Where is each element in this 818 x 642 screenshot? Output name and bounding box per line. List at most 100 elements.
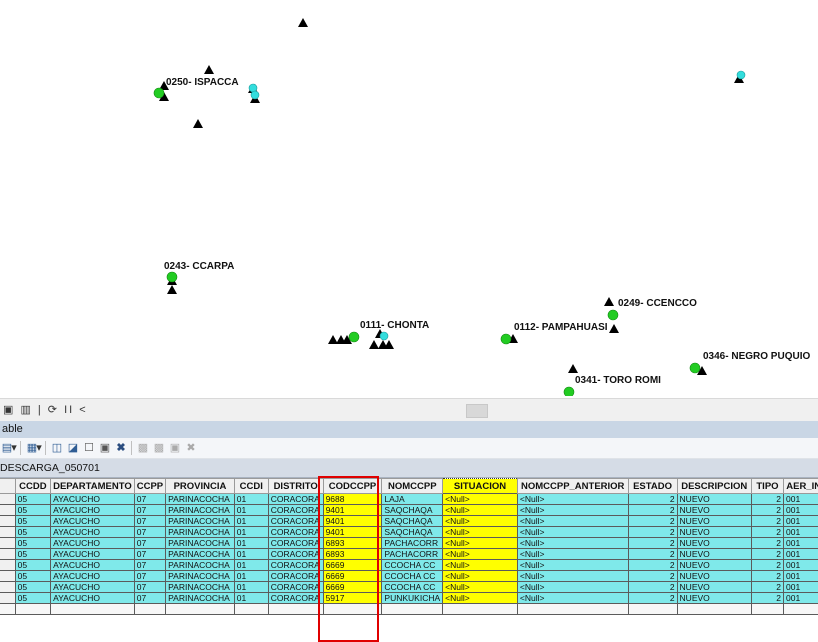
- table-row[interactable]: 05AYACUCHO07PARINACOCHA01CORACORA6669CCO…: [0, 582, 818, 593]
- table-cell[interactable]: <Null>: [443, 582, 518, 593]
- row-selector[interactable]: [0, 538, 15, 549]
- table-cell[interactable]: 2: [751, 505, 783, 516]
- table-cell[interactable]: 001: [784, 582, 818, 593]
- table-cell[interactable]: CORACORA: [268, 538, 323, 549]
- table-cell[interactable]: CORACORA: [268, 582, 323, 593]
- column-header[interactable]: CCDI: [234, 479, 268, 494]
- table-cell[interactable]: 2: [751, 571, 783, 582]
- table-cell[interactable]: 01: [234, 571, 268, 582]
- table-cell[interactable]: CORACORA: [268, 593, 323, 604]
- table-cell[interactable]: 9401: [323, 505, 382, 516]
- horizontal-scrollbar-thumb[interactable]: [466, 404, 488, 418]
- zoom-to-selected-icon[interactable]: ▣: [98, 442, 112, 454]
- table-cell[interactable]: 6669: [323, 582, 382, 593]
- table-cell[interactable]: <Null>: [443, 560, 518, 571]
- table-cell[interactable]: 07: [134, 516, 165, 527]
- table-cell[interactable]: SAQCHAQA: [382, 505, 443, 516]
- table-cell[interactable]: 001: [784, 505, 818, 516]
- table-cell[interactable]: SAQCHAQA: [382, 516, 443, 527]
- table-cell[interactable]: <Null>: [443, 593, 518, 604]
- table-cell[interactable]: 001: [784, 593, 818, 604]
- table-cell[interactable]: 001: [784, 571, 818, 582]
- table-cell[interactable]: 07: [134, 527, 165, 538]
- table-cell[interactable]: 01: [234, 505, 268, 516]
- row-selector[interactable]: [0, 593, 15, 604]
- paste-icon[interactable]: ▩: [152, 442, 166, 454]
- dropdown-arrow-icon[interactable]: ▾: [11, 442, 17, 454]
- table-cell[interactable]: 05: [15, 593, 50, 604]
- table-cell[interactable]: 9401: [323, 516, 382, 527]
- table-cell[interactable]: CCOCHA CC: [382, 571, 443, 582]
- table-cell[interactable]: 05: [15, 516, 50, 527]
- table-row[interactable]: 05AYACUCHO07PARINACOCHA01CORACORA6893PAC…: [0, 538, 818, 549]
- table-row[interactable]: 05AYACUCHO07PARINACOCHA01CORACORA6669CCO…: [0, 560, 818, 571]
- table-cell[interactable]: 01: [234, 549, 268, 560]
- row-selector[interactable]: [0, 505, 15, 516]
- table-cell[interactable]: PARINACOCHA: [166, 494, 235, 505]
- table-cell[interactable]: PARINACOCHA: [166, 516, 235, 527]
- table-cell[interactable]: <Null>: [443, 516, 518, 527]
- table-cell[interactable]: LAJA: [382, 494, 443, 505]
- table-cell[interactable]: <Null>: [517, 505, 628, 516]
- table-cell[interactable]: <Null>: [517, 494, 628, 505]
- table-cell[interactable]: 07: [134, 593, 165, 604]
- table-cell[interactable]: 5917: [323, 593, 382, 604]
- table-cell[interactable]: 2: [628, 516, 677, 527]
- table-cell[interactable]: <Null>: [443, 571, 518, 582]
- table-cell[interactable]: NUEVO: [677, 538, 751, 549]
- table-cell[interactable]: CORACORA: [268, 527, 323, 538]
- table-cell[interactable]: PARINACOCHA: [166, 582, 235, 593]
- row-selector[interactable]: [0, 516, 15, 527]
- table-cell[interactable]: AYACUCHO: [51, 494, 135, 505]
- table-cell[interactable]: AYACUCHO: [51, 527, 135, 538]
- table-cell[interactable]: 6893: [323, 549, 382, 560]
- table-cell[interactable]: 05: [15, 560, 50, 571]
- table-cell[interactable]: PARINACOCHA: [166, 505, 235, 516]
- table-cell[interactable]: 2: [751, 516, 783, 527]
- table-cell[interactable]: 2: [628, 549, 677, 560]
- table-tab[interactable]: DESCARGA_050701: [0, 459, 818, 478]
- table-cell[interactable]: 2: [751, 582, 783, 593]
- table-cell[interactable]: 001: [784, 560, 818, 571]
- column-header[interactable]: ESTADO: [628, 479, 677, 494]
- table-cell[interactable]: 07: [134, 571, 165, 582]
- table-cell[interactable]: 2: [628, 560, 677, 571]
- table-cell[interactable]: 2: [751, 538, 783, 549]
- column-header[interactable]: DEPARTAMENTO: [51, 479, 135, 494]
- table-cell[interactable]: CORACORA: [268, 516, 323, 527]
- column-header[interactable]: CCDD: [15, 479, 50, 494]
- table-cell[interactable]: 01: [234, 494, 268, 505]
- table-cell[interactable]: PACHACORR: [382, 538, 443, 549]
- table-cell[interactable]: SAQCHAQA: [382, 527, 443, 538]
- table-cell[interactable]: 2: [628, 593, 677, 604]
- table-cell[interactable]: 07: [134, 505, 165, 516]
- delete-icon[interactable]: ✖: [184, 442, 198, 454]
- table-cell[interactable]: 001: [784, 538, 818, 549]
- table-cell[interactable]: <Null>: [517, 582, 628, 593]
- table-cell[interactable]: PARINACOCHA: [166, 593, 235, 604]
- add-field-icon[interactable]: ▣: [168, 442, 182, 454]
- column-header[interactable]: NOMCCPP: [382, 479, 443, 494]
- table-cell[interactable]: <Null>: [443, 494, 518, 505]
- table-row[interactable]: 05AYACUCHO07PARINACOCHA01CORACORA6669CCO…: [0, 571, 818, 582]
- select-by-attributes-icon[interactable]: ◫: [50, 442, 64, 454]
- table-cell[interactable]: CCOCHA CC: [382, 560, 443, 571]
- table-cell[interactable]: 2: [628, 571, 677, 582]
- row-selector[interactable]: [0, 582, 15, 593]
- table-cell[interactable]: 05: [15, 527, 50, 538]
- table-cell[interactable]: 2: [628, 494, 677, 505]
- table-row[interactable]: 05AYACUCHO07PARINACOCHA01CORACORA9401SAQ…: [0, 505, 818, 516]
- table-cell[interactable]: 2: [751, 527, 783, 538]
- table-cell[interactable]: 07: [134, 582, 165, 593]
- table-cell[interactable]: <Null>: [517, 527, 628, 538]
- table-cell[interactable]: 001: [784, 549, 818, 560]
- table-row[interactable]: 05AYACUCHO07PARINACOCHA01CORACORA9401SAQ…: [0, 516, 818, 527]
- table-cell[interactable]: AYACUCHO: [51, 593, 135, 604]
- table-cell[interactable]: CORACORA: [268, 560, 323, 571]
- table-cell[interactable]: NUEVO: [677, 527, 751, 538]
- dropdown-arrow-icon[interactable]: ▾: [36, 442, 42, 454]
- copy-icon[interactable]: ▩: [136, 442, 150, 454]
- table-cell[interactable]: 01: [234, 582, 268, 593]
- table-row[interactable]: 05AYACUCHO07PARINACOCHA01CORACORA5917PUN…: [0, 593, 818, 604]
- table-cell[interactable]: PARINACOCHA: [166, 560, 235, 571]
